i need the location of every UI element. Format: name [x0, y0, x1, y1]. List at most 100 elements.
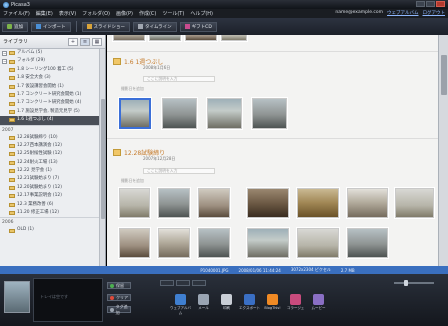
folder-description-input[interactable]: ここに説明を入力 — [143, 76, 215, 82]
menu-file[interactable]: ファイル(F) — [3, 10, 30, 17]
folder-icon — [9, 194, 15, 199]
toolbar-divider — [75, 21, 77, 32]
folder-item[interactable]: 1.7 コンクリート研究会開始 (4) — [0, 99, 100, 107]
photo-thumbnail[interactable] — [162, 98, 197, 129]
add-button[interactable]: 追加 — [2, 21, 28, 32]
folder-item[interactable]: 12.27西本講演会 (12) — [0, 142, 100, 150]
folder-item[interactable]: 1.8 安全大会 (3) — [0, 74, 100, 82]
share-label: エクスポート — [239, 306, 260, 310]
library-scroll-thumb[interactable] — [101, 99, 105, 219]
share-label: ムービー — [311, 306, 326, 310]
photo-thumbnail[interactable] — [247, 188, 289, 218]
status-datetime: 2008/01/06 11:44:24 — [238, 267, 281, 273]
photo-thumbnail[interactable] — [247, 228, 289, 258]
folder-item[interactable]: 12.28試験締り (10) — [0, 134, 100, 142]
folder-item[interactable]: 12.24耐火工場 (13) — [0, 159, 100, 167]
logout-link[interactable]: ログアウト — [423, 10, 446, 16]
folder-icon — [9, 228, 15, 233]
photo-thumbnail[interactable] — [347, 188, 388, 218]
share-collage[interactable]: コラージュ — [285, 294, 306, 320]
folder-date[interactable]: 2008年1月6日 — [143, 65, 170, 71]
folder-header[interactable]: 12.28試験締り 2007年12月28日 — [113, 148, 175, 162]
share-export[interactable]: エクスポート — [239, 294, 260, 320]
clear-button[interactable]: クリア — [107, 294, 131, 301]
rotate-left-button[interactable] — [160, 280, 174, 286]
folder-item[interactable]: 12.22 見学会 (1) — [0, 167, 100, 175]
hold-button[interactable]: 保留 — [107, 282, 131, 289]
folder-item-label: 1.8 シーリング100 着工 (5) — [17, 66, 74, 72]
photo-thumbnail[interactable] — [185, 35, 217, 41]
folder-item[interactable]: 1.8 シーリング100 着工 (5) — [0, 66, 100, 74]
folder-item[interactable]: 1.7 コンクリート研究会開始 (1) — [0, 91, 100, 99]
slideshow-button[interactable]: スライドショー — [81, 21, 130, 32]
folder-item[interactable]: 12.3 業務改善 (6) — [0, 201, 100, 209]
photo-thumbnail[interactable] — [395, 188, 434, 218]
folder-item-selected[interactable]: 1.6 1週つぶし (4) — [0, 116, 100, 125]
share-print[interactable]: 印刷 — [216, 294, 237, 320]
folder-item[interactable]: 12.17事業説明会 (12) — [0, 192, 100, 200]
expand-toggle-icon[interactable]: − — [2, 59, 7, 65]
tray-photo-preview[interactable] — [4, 281, 30, 313]
folder-date[interactable]: 2007年12月28日 — [143, 156, 175, 162]
folder-item[interactable]: 1.7 仮設講習会開始 (1) — [0, 83, 100, 91]
share-web-albums[interactable]: ウェブアルバム — [170, 294, 191, 320]
tree-folders[interactable]: − フォルダ (29) — [0, 57, 100, 65]
menu-edit[interactable]: 編集(E) — [36, 10, 53, 17]
photo-thumbnail-selected[interactable] — [119, 98, 151, 129]
expand-toggle-icon[interactable]: − — [2, 50, 7, 56]
menu-folder[interactable]: フォルダ(O) — [82, 10, 110, 17]
menu-create[interactable]: 作成(C) — [139, 10, 156, 17]
photo-thumbnail[interactable] — [347, 228, 388, 258]
menu-picture[interactable]: 画像(P) — [116, 10, 133, 17]
photo-thumbnail[interactable] — [297, 228, 339, 258]
maximize-button[interactable] — [426, 1, 435, 7]
photo-thumbnail[interactable] — [252, 98, 287, 129]
folder-header[interactable]: 1.6 1週つぶし 2008年1月6日 — [113, 57, 170, 71]
star-button[interactable] — [192, 280, 206, 286]
timeline-button[interactable]: タイムライン — [133, 21, 177, 32]
photo-thumbnail[interactable] — [119, 188, 150, 218]
photo-thumbnail[interactable] — [221, 35, 247, 41]
folder-item[interactable]: 12.20試験始まり (12) — [0, 184, 100, 192]
folder-item-label: 11.20 修正工場 (12) — [17, 210, 59, 216]
photo-thumbnail[interactable] — [158, 228, 190, 258]
photo-thumbnail[interactable] — [149, 35, 181, 41]
folder-item[interactable]: 11.20 修正工場 (12) — [0, 209, 100, 217]
folder-item[interactable]: 12.25耐候性試験 (12) — [0, 150, 100, 158]
photo-thumbnail[interactable] — [207, 98, 242, 129]
folder-item-label: 12.3 業務改善 (6) — [17, 201, 54, 207]
folder-icon — [9, 177, 15, 182]
add-tag-button[interactable]: タグ追加 — [107, 304, 131, 315]
lightbox-scrollbar[interactable] — [438, 35, 448, 266]
grid-view-icon[interactable]: ▦ — [92, 37, 102, 46]
minimize-button[interactable] — [416, 1, 425, 7]
menu-tools[interactable]: ツール(T) — [162, 10, 184, 17]
menu-view[interactable]: 表示(V) — [59, 10, 76, 17]
lightbox-scroll-thumb[interactable] — [441, 55, 447, 95]
library-scrollbar[interactable] — [99, 49, 105, 266]
photo-thumbnail[interactable] — [297, 188, 339, 218]
list-view-icon[interactable]: ≡ — [80, 37, 90, 46]
close-button[interactable] — [436, 1, 445, 7]
share-email[interactable]: メール — [193, 294, 214, 320]
share-movie[interactable]: ムービー — [308, 294, 329, 320]
gift-cd-button[interactable]: ギフトCD — [179, 21, 217, 32]
web-albums-link[interactable]: ウェブアルバム — [387, 10, 418, 16]
folder-description-input[interactable]: ここに説明を入力 — [143, 168, 215, 174]
tree-albums[interactable]: − アルバム (5) — [0, 49, 100, 57]
share-blogthis[interactable]: BlogThis! — [262, 294, 283, 320]
photo-thumbnail[interactable] — [158, 188, 190, 218]
photo-thumbnail[interactable] — [198, 228, 230, 258]
photo-thumbnail[interactable] — [119, 228, 150, 258]
folder-item[interactable]: OLD (1) — [0, 226, 100, 234]
photo-thumbnail[interactable] — [198, 188, 230, 218]
folder-item[interactable]: 12.21試験始まり (7) — [0, 175, 100, 183]
zoom-knob[interactable] — [404, 280, 408, 286]
photo-thumbnail[interactable] — [113, 35, 145, 41]
import-button[interactable]: インポート — [31, 21, 71, 32]
menu-help[interactable]: ヘルプ(H) — [190, 10, 213, 17]
rotate-right-button[interactable] — [176, 280, 190, 286]
thumbnail-zoom-slider[interactable] — [394, 280, 434, 286]
folder-item[interactable]: 1.7 施設見学会, 製造元見学 (5) — [0, 108, 100, 116]
add-folder-icon[interactable]: + — [68, 37, 78, 46]
